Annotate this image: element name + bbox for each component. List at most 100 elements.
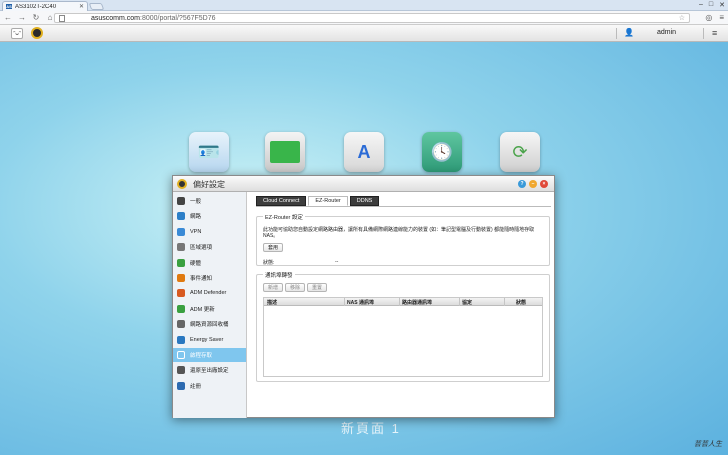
sidebar-item-label: VPN (190, 228, 202, 235)
user-card-app-icon[interactable]: 🪪 (189, 132, 229, 172)
url-path: :8000/portal/?567F5D76 (140, 14, 216, 22)
sidebar-item[interactable]: VPN (173, 225, 246, 239)
sidebar-item-label: 還原至出廠設定 (190, 368, 229, 375)
sidebar-item[interactable]: 網路 (173, 209, 246, 223)
recycle-bin-icon (177, 320, 185, 329)
ez-router-section: EZ-Router 設定 此功能可協助您自動設定網路路由器，讓所有具備網際網路連… (256, 213, 550, 266)
apply-button[interactable]: 套用 (263, 243, 284, 252)
adm-home-icon[interactable]: ᵔᴗᵔ (11, 28, 23, 39)
app-central-app-icon[interactable]: A (344, 132, 384, 172)
add-button[interactable]: 新增 (263, 283, 284, 292)
section-legend: EZ-Router 設定 (263, 213, 305, 221)
bookmark-star-icon[interactable]: ☆ (679, 14, 685, 22)
vpn-icon (177, 227, 185, 236)
alert-icon (177, 274, 185, 282)
sidebar-item[interactable]: 硬體 (173, 256, 246, 270)
header-menu-icon[interactable]: ≡ (712, 28, 717, 38)
browser-tab-bar: AS AS3102T-2C40 ✕ – □ ✕ (0, 0, 728, 11)
tab[interactable]: DDNS (349, 196, 380, 206)
section-legend: 通訊埠轉發 (263, 271, 295, 279)
preferences-window: 偏好設定 ? – × 一般網路 VPN 區域選項硬體事件通知 ADM Defender… (172, 175, 555, 418)
page-icon (59, 14, 65, 22)
tab-underline (256, 206, 551, 207)
sidebar-item[interactable]: 事件通知 (173, 271, 246, 285)
tab[interactable]: Cloud Connect (256, 196, 307, 206)
sidebar-item[interactable]: 還原至出廠設定 (173, 363, 246, 377)
tab[interactable]: EZ-Router (308, 196, 348, 206)
signature-watermark: 芸芸人生 (694, 440, 722, 448)
reload-icon[interactable]: ↻ (32, 13, 40, 22)
ez-router-description: 此功能可協助您自動設定網路路由器，讓所有具備網際網路連線能力的裝置 (如：筆記型… (263, 227, 535, 239)
reset-button[interactable]: 重置 (307, 283, 328, 292)
sidebar-item[interactable]: ADM 更新 (173, 302, 246, 316)
close-window-icon[interactable]: ✕ (719, 1, 725, 9)
register-icon (177, 381, 185, 390)
sidebar-item[interactable]: 一般 (173, 194, 246, 208)
region-icon (177, 243, 185, 252)
asustor-favicon-icon: AS (6, 4, 12, 9)
column-header[interactable]: 狀態 (516, 299, 526, 306)
backup-app-icon[interactable]: 🕓 (422, 132, 462, 172)
globe-icon (177, 212, 185, 221)
url-host: asuscomm.com (91, 14, 141, 22)
sidebar-item[interactable]: ADM Defender (173, 286, 246, 300)
column-header[interactable]: 描述 (267, 299, 277, 306)
port-forwarding-table: 描述 NAS 通訊埠 路由器通訊埠 協定 狀態 (263, 297, 543, 377)
back-icon[interactable]: ← (4, 13, 12, 22)
status-label: 狀態: (263, 260, 275, 266)
sidebar-item-label: 註冊 (190, 383, 202, 390)
cloud-icon (177, 351, 185, 359)
forward-icon[interactable]: → (18, 13, 26, 22)
sidebar-item-label: ADM 更新 (190, 306, 215, 313)
asustor-app-icon[interactable] (31, 27, 43, 39)
sidebar-item[interactable]: 啟程存取 (173, 348, 246, 362)
preferences-sidebar: 一般網路 VPN 區域選項硬體事件通知 ADM Defender ADM 更新網路資源回… (173, 192, 247, 418)
sidebar-item[interactable]: 註冊 (173, 379, 246, 393)
sidebar-item-label: 一般 (190, 199, 202, 205)
status-value: -- (335, 259, 339, 265)
user-icon[interactable]: 👤 (624, 28, 634, 37)
divider (616, 28, 617, 39)
tab-strip: Cloud Connect EZ-Router DDNS (256, 196, 380, 206)
help-icon[interactable]: ? (518, 180, 526, 188)
window-controls: – □ ✕ (699, 1, 725, 9)
sidebar-item-label: ADM Defender (190, 290, 227, 297)
username[interactable]: admin (657, 29, 676, 36)
home-icon[interactable]: ⌂ (46, 13, 54, 22)
shield-icon (177, 289, 185, 298)
window-titlebar[interactable]: 偏好設定 ? – × (173, 176, 554, 192)
hardware-icon (177, 258, 185, 267)
restore-app-icon[interactable]: ⟳ (500, 132, 540, 172)
restore-icon (177, 366, 185, 375)
column-header[interactable]: 路由器通訊埠 (402, 299, 432, 306)
chrome-menu-icon[interactable]: ≡ (719, 13, 724, 22)
preferences-content: Cloud Connect EZ-Router DDNS EZ-Router 設定 … (248, 192, 554, 418)
maximize-window-icon[interactable]: □ (709, 1, 713, 9)
energy-icon (177, 335, 185, 344)
preferences-app-icon (177, 179, 187, 189)
window-title: 偏好設定 (193, 180, 225, 189)
adm-header: ᵔᴗᵔ 👤 admin ≡ (0, 25, 728, 42)
delete-button[interactable]: 移除 (285, 283, 306, 292)
sidebar-item[interactable]: Energy Saver (173, 333, 246, 347)
page-watermark: 新頁面 1 (341, 421, 401, 436)
sidebar-item[interactable]: 網路資源回收桶 (173, 317, 246, 331)
update-arrow-icon (177, 304, 185, 313)
extension-icon[interactable]: ◎ (705, 13, 712, 22)
sidebar-item[interactable]: 區域選項 (173, 240, 246, 254)
column-header[interactable]: NAS 通訊埠 (347, 299, 374, 306)
sidebar-item-label: 網路 (190, 214, 202, 221)
sidebar-item-label: 事件通知 (190, 276, 213, 282)
new-tab-button[interactable] (88, 3, 105, 10)
sidebar-item-label: Energy Saver (190, 336, 224, 343)
browser-tab[interactable]: AS AS3102T-2C40 ✕ (2, 1, 88, 11)
column-header[interactable]: 協定 (462, 299, 472, 306)
url-field[interactable]: asuscomm.com:8000/portal/?567F5D76 ☆ (54, 13, 690, 23)
address-bar: ← → ↻ ⌂ asuscomm.com:8000/portal/?567F5D… (0, 11, 728, 25)
minimize-icon[interactable]: – (529, 180, 537, 188)
activity-monitor-app-icon[interactable] (265, 132, 305, 172)
minimize-window-icon[interactable]: – (699, 1, 703, 9)
close-tab-icon[interactable]: ✕ (79, 3, 84, 10)
close-icon[interactable]: × (540, 180, 548, 188)
port-forwarding-section: 通訊埠轉發 新增 移除 重置 描述 NAS 通訊埠 路由器通訊埠 協定 狀態 (256, 271, 550, 382)
